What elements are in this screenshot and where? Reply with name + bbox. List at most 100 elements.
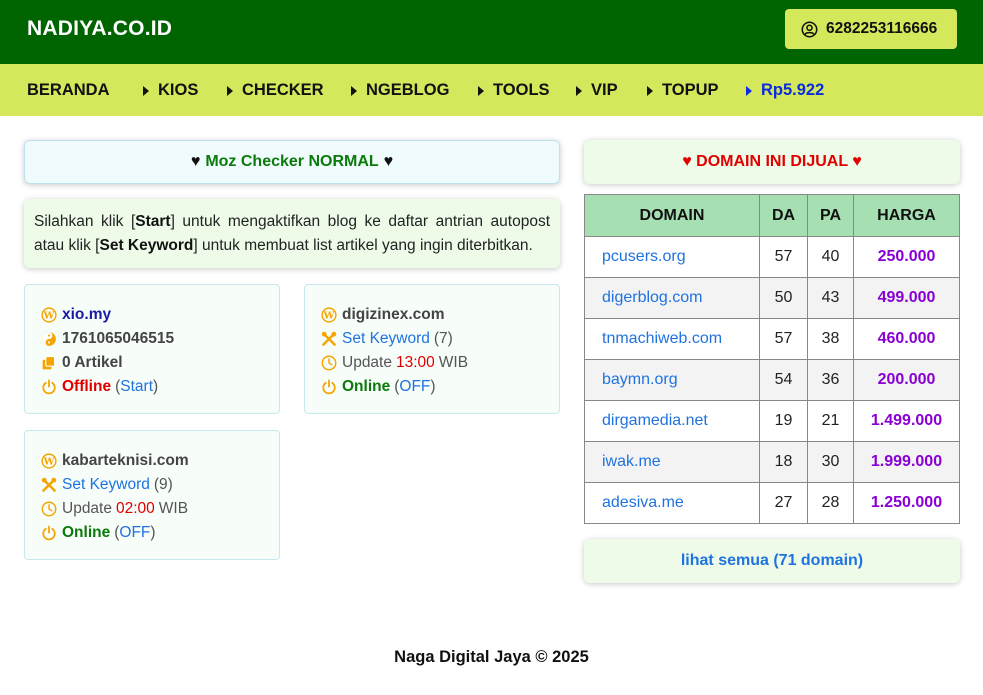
da-cell: 57 bbox=[759, 318, 808, 360]
domain-link[interactable]: pcusers.org bbox=[584, 236, 760, 278]
nav-beranda[interactable]: BERANDA bbox=[27, 81, 110, 100]
da-cell: 27 bbox=[759, 482, 808, 524]
moz-checker-title: ♥ Moz Checker NORMAL ♥ bbox=[24, 140, 560, 184]
update-time: 13:00 bbox=[395, 354, 435, 371]
off-button[interactable]: OFF bbox=[119, 521, 150, 545]
main-nav: BERANDA KIOS CHECKER NGEBLOG TOOLS VIP T… bbox=[0, 64, 983, 116]
price-cell: 460.000 bbox=[853, 318, 960, 360]
blog-card: W kabarteknisi.com Set Keyword (9) Updat… bbox=[24, 430, 280, 560]
user-circle-icon bbox=[801, 21, 818, 37]
wordpress-icon: W bbox=[41, 307, 57, 323]
blog-name-link[interactable]: kabarteknisi.com bbox=[62, 449, 189, 473]
paren: ) bbox=[430, 378, 436, 395]
nav-vip[interactable]: VIP bbox=[576, 81, 618, 100]
caret-right-icon bbox=[351, 85, 357, 96]
blog-id: 1761065046515 bbox=[62, 330, 175, 347]
info-box: Silahkan klik [Start] untuk mengaktifkan… bbox=[24, 199, 560, 268]
svg-text:W: W bbox=[323, 311, 335, 322]
nav-kios[interactable]: KIOS bbox=[143, 81, 198, 100]
clock-icon bbox=[41, 501, 57, 517]
wordpress-icon: W bbox=[41, 453, 57, 469]
blog-keyword-row: Set Keyword (7) bbox=[321, 327, 543, 351]
column-header-da: DA bbox=[759, 194, 808, 237]
wordpress-icon: W bbox=[321, 307, 337, 323]
blog-update-row: Update 13:00 WIB bbox=[321, 351, 543, 375]
nav-checker[interactable]: CHECKER bbox=[227, 81, 324, 100]
nav-tools[interactable]: TOOLS bbox=[478, 81, 550, 100]
blog-name-link[interactable]: xio.my bbox=[62, 303, 111, 327]
start-button[interactable]: Start bbox=[120, 375, 153, 399]
timezone: WIB bbox=[438, 354, 469, 371]
caret-right-icon bbox=[478, 85, 484, 96]
phone-number: 6282253116666 bbox=[826, 20, 938, 37]
table-row: pcusers.org 57 40 250.000 bbox=[584, 236, 960, 278]
info-setkeyword-keyword: Set Keyword bbox=[99, 237, 194, 254]
set-keyword-link[interactable]: Set Keyword bbox=[342, 327, 430, 351]
column-header-domain: DOMAIN bbox=[584, 194, 760, 237]
table-row: dirgamedia.net 19 21 1.499.000 bbox=[584, 400, 960, 442]
update-time: 02:00 bbox=[115, 500, 155, 517]
keyword-count: (9) bbox=[153, 476, 173, 493]
info-text: Silahkan klik [ bbox=[34, 213, 136, 230]
info-text: ] untuk membuat list artikel yang ingin … bbox=[193, 237, 533, 254]
price-cell: 499.000 bbox=[853, 277, 960, 319]
pa-cell: 28 bbox=[807, 482, 854, 524]
blog-articles-row: 0 Artikel bbox=[41, 351, 263, 375]
copy-icon bbox=[42, 356, 56, 370]
nav-ngeblog[interactable]: NGEBLOG bbox=[351, 81, 449, 100]
domain-link[interactable]: tnmachiweb.com bbox=[584, 318, 760, 360]
column-header-pa: PA bbox=[807, 194, 854, 237]
caret-right-icon bbox=[647, 85, 653, 96]
table-row: tnmachiweb.com 57 38 460.000 bbox=[584, 318, 960, 360]
nav-topup[interactable]: TOPUP bbox=[647, 81, 719, 100]
domain-link[interactable]: baymn.org bbox=[584, 359, 760, 401]
nav-topup-label: TOPUP bbox=[662, 81, 719, 99]
domain-link[interactable]: iwak.me bbox=[584, 441, 760, 483]
blog-name-row: W kabarteknisi.com bbox=[41, 449, 263, 473]
info-start-keyword: Start bbox=[135, 213, 171, 230]
da-cell: 18 bbox=[759, 441, 808, 483]
column-header-price: HARGA bbox=[853, 194, 960, 237]
site-brand[interactable]: NADIYA.CO.ID bbox=[27, 17, 172, 41]
nav-tools-label: TOOLS bbox=[493, 81, 550, 99]
pa-cell: 21 bbox=[807, 400, 854, 442]
domain-link[interactable]: adesiva.me bbox=[584, 482, 760, 524]
caret-right-icon bbox=[576, 85, 582, 96]
off-button[interactable]: OFF bbox=[399, 375, 430, 399]
paren: ) bbox=[153, 378, 159, 395]
yin-yang-icon bbox=[42, 332, 56, 346]
power-icon bbox=[42, 379, 56, 395]
table-header-row: DOMAIN DA PA HARGA bbox=[584, 194, 960, 237]
nav-balance[interactable]: Rp5.922 bbox=[746, 81, 824, 100]
table-row: adesiva.me 27 28 1.250.000 bbox=[584, 482, 960, 524]
price-cell: 1.499.000 bbox=[853, 400, 960, 442]
tools-icon bbox=[41, 477, 57, 492]
nav-beranda-label: BERANDA bbox=[27, 81, 110, 99]
nav-balance-label: Rp5.922 bbox=[761, 81, 825, 99]
blog-name-link[interactable]: digizinex.com bbox=[342, 303, 445, 327]
set-keyword-link[interactable]: Set Keyword bbox=[62, 473, 150, 497]
update-label: Update bbox=[62, 500, 112, 517]
heart-icon: ♥ bbox=[383, 153, 394, 170]
see-all-domains-link[interactable]: lihat semua (71 domain) bbox=[584, 539, 960, 583]
clock-icon bbox=[321, 355, 337, 371]
caret-right-icon bbox=[746, 85, 752, 96]
blog-id-row: 1761065046515 bbox=[41, 327, 263, 351]
timezone: WIB bbox=[158, 500, 189, 517]
blog-status: Offline bbox=[62, 378, 112, 395]
nav-ngeblog-label: NGEBLOG bbox=[366, 81, 450, 99]
table-row: baymn.org 54 36 200.000 bbox=[584, 359, 960, 401]
blog-status: Online bbox=[62, 524, 111, 541]
tools-icon bbox=[321, 331, 337, 346]
power-icon bbox=[42, 525, 56, 541]
phone-button[interactable]: 6282253116666 bbox=[785, 9, 957, 49]
da-cell: 19 bbox=[759, 400, 808, 442]
blog-status-row: Online (OFF) bbox=[41, 521, 263, 545]
price-cell: 250.000 bbox=[853, 236, 960, 278]
nav-checker-label: CHECKER bbox=[242, 81, 324, 99]
blog-card: W digizinex.com Set Keyword (7) Update 1… bbox=[304, 284, 560, 414]
price-cell: 1.999.000 bbox=[853, 441, 960, 483]
domain-link[interactable]: dirgamedia.net bbox=[584, 400, 760, 442]
caret-right-icon bbox=[143, 85, 149, 96]
domain-link[interactable]: digerblog.com bbox=[584, 277, 760, 319]
